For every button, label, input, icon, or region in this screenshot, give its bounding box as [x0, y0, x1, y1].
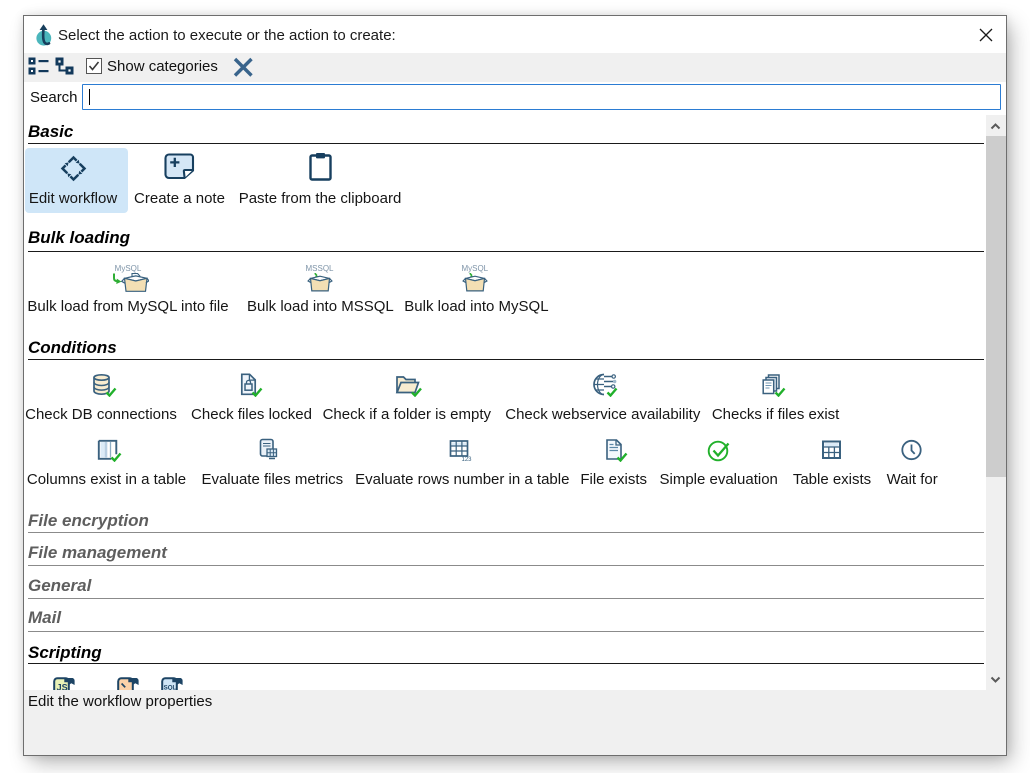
svg-text:123: 123 [462, 457, 473, 462]
svg-text:JS: JS [57, 683, 68, 690]
